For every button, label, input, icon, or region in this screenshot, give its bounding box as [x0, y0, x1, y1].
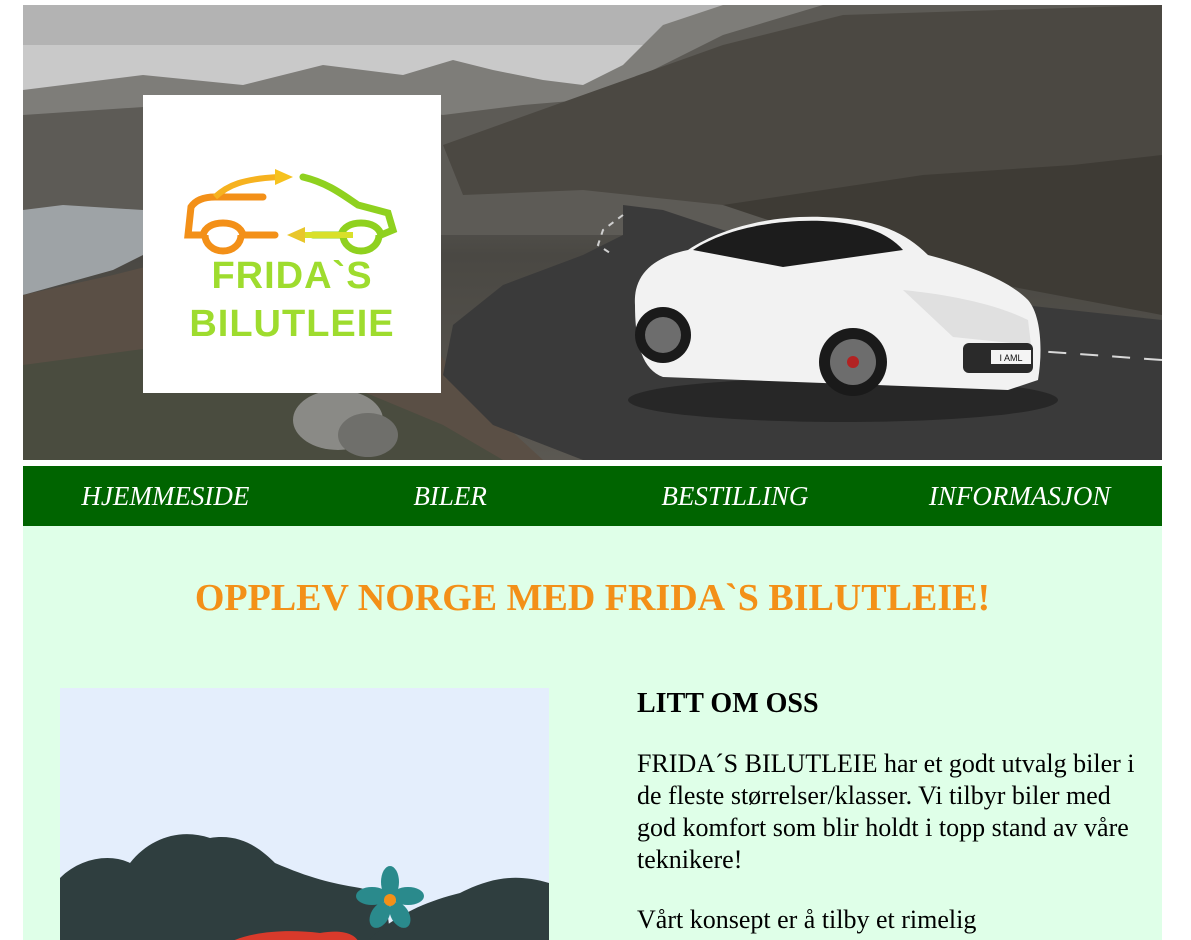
license-plate: I AML [999, 353, 1022, 363]
nav-link-hjemmeside[interactable]: HJEMMESIDE [23, 481, 308, 512]
main-nav: HJEMMESIDE BILER BESTILLING INFORMASJON [23, 466, 1162, 526]
nav-link-informasjon[interactable]: INFORMASJON [877, 481, 1162, 512]
travel-illustration [60, 688, 549, 940]
car-swap-icon [184, 169, 398, 255]
logo-text-line1: FRIDA`S [211, 255, 373, 297]
logo-text-line2: BILUTLEIE [189, 303, 395, 345]
brand-logo[interactable]: FRIDA`S BILUTLEIE [143, 95, 441, 393]
about-paragraph: FRIDA´S BILUTLEIE har et godt utvalg bil… [637, 749, 1135, 874]
page-headline: OPPLEV NORGE MED FRIDA`S BILUTLEIE! [194, 577, 991, 619]
hero-banner: I AML FRIDA`S BILUTLEIE [23, 5, 1162, 460]
concept-paragraph: Vårt konsept er å tilby et rimelig [637, 905, 977, 934]
nav-link-bestilling[interactable]: BESTILLING [593, 481, 878, 512]
about-heading: LITT OM OSS [637, 688, 819, 719]
main-content: OPPLEV NORGE MED FRIDA`S BILUTLEIE! LITT… [23, 526, 1162, 940]
road-trip-illustration [60, 834, 549, 940]
nav-link-biler[interactable]: BILER [308, 481, 593, 512]
